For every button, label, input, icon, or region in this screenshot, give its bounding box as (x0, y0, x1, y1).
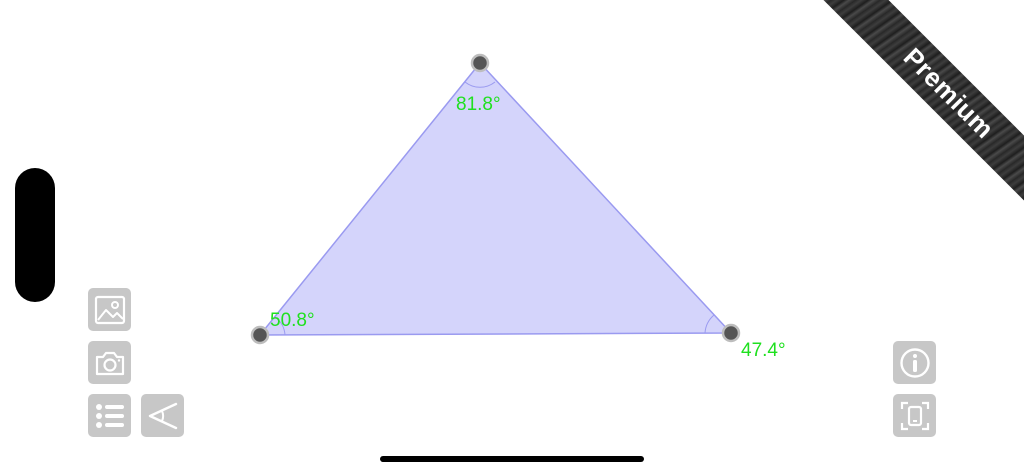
list-button[interactable] (88, 394, 131, 437)
info-button[interactable] (893, 341, 936, 384)
measure-screen: 81.8° 50.8° 47.4° Premium (0, 0, 1024, 471)
premium-ribbon-container: Premium (794, 0, 1024, 230)
screen-capture-icon (900, 401, 929, 430)
angle-label-right: 47.4° (741, 340, 786, 361)
vertex-handle-right[interactable] (721, 323, 741, 343)
camera-button[interactable] (88, 341, 131, 384)
angle-tool-icon (148, 402, 177, 429)
image-icon (94, 295, 125, 324)
premium-ribbon[interactable]: Premium (812, 0, 1024, 230)
angle-label-left: 50.8° (270, 310, 315, 331)
home-indicator[interactable] (380, 456, 644, 462)
screen-capture-button[interactable] (893, 394, 936, 437)
camera-icon (95, 351, 124, 375)
angle-tool-button[interactable] (141, 394, 184, 437)
vertex-handle-top[interactable] (470, 53, 490, 73)
list-icon (95, 403, 124, 428)
info-icon (899, 347, 930, 378)
vertex-handle-left[interactable] (250, 325, 270, 345)
premium-label: Premium (898, 41, 1001, 144)
angle-label-top: 81.8° (456, 94, 501, 115)
photo-library-button[interactable] (88, 288, 131, 331)
